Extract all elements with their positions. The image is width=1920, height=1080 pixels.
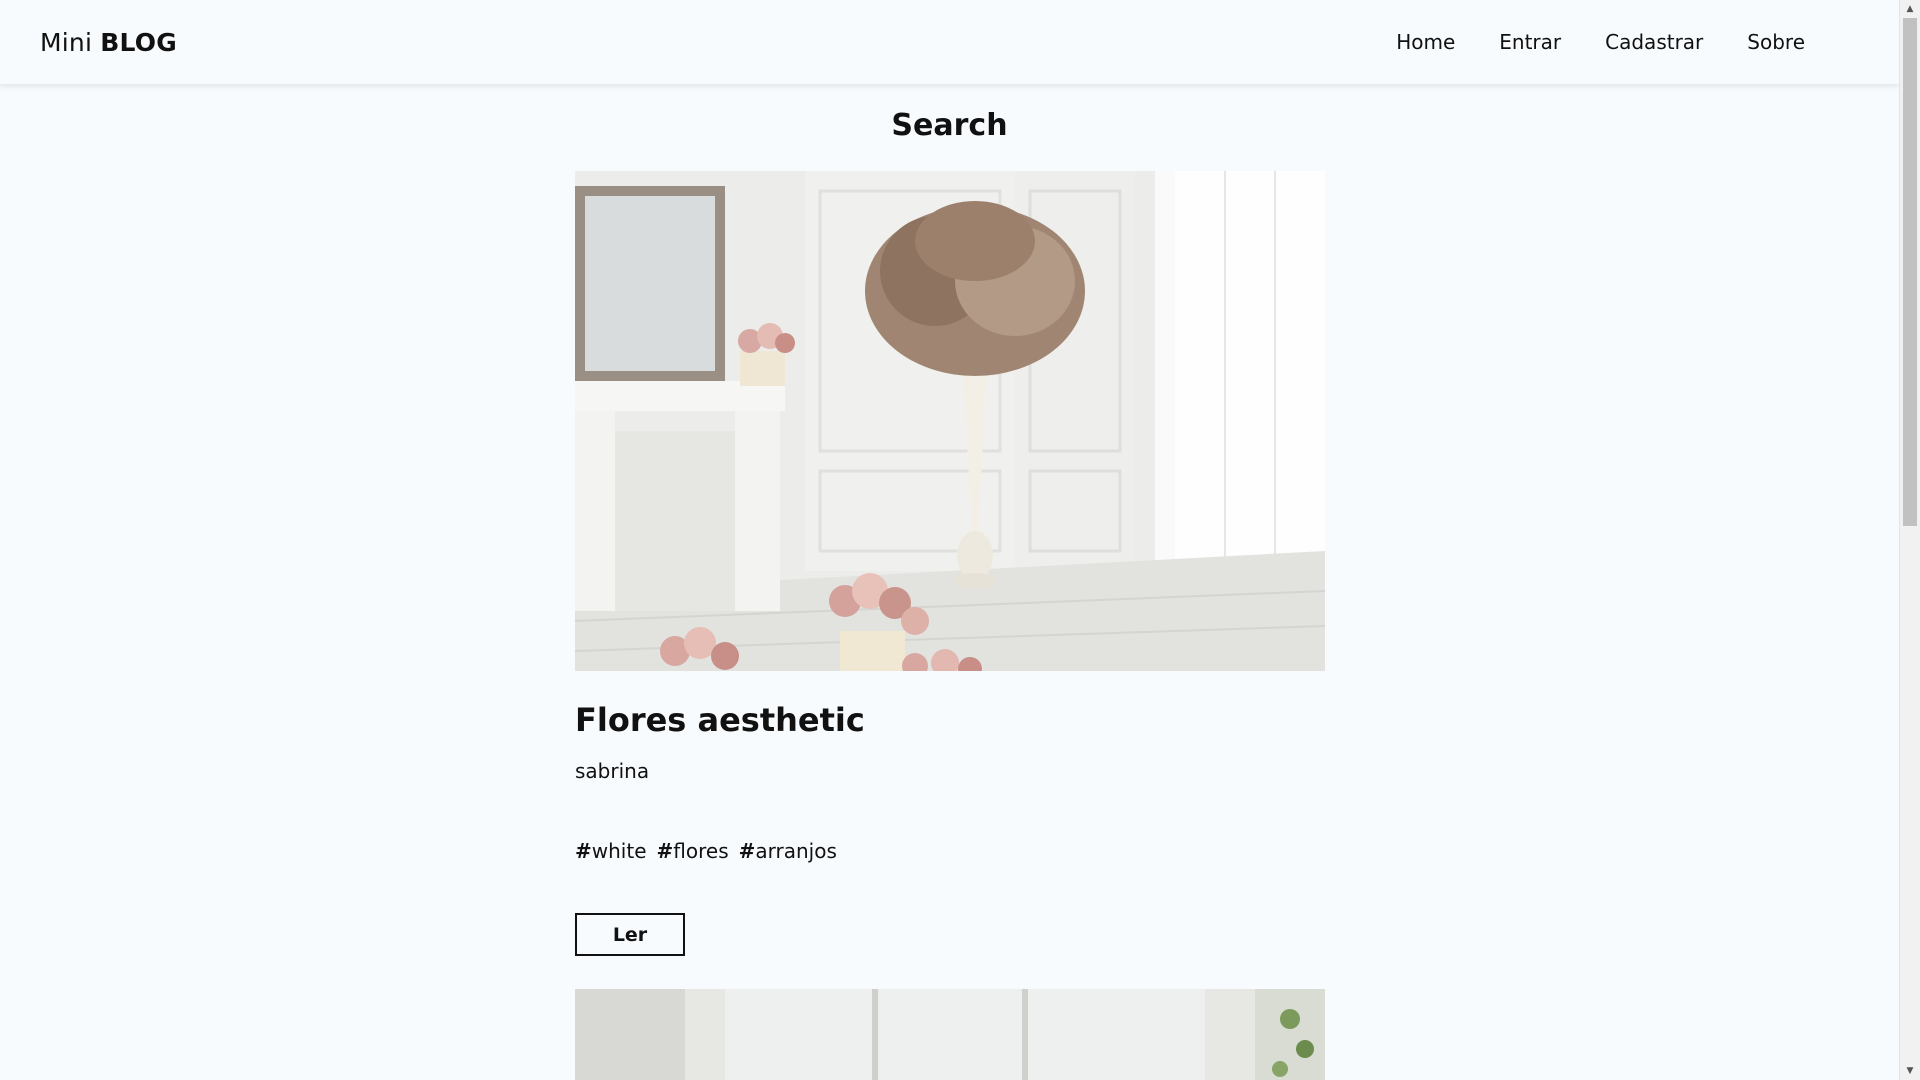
main-content: Search Flores aesthetic sabrina #white #… <box>0 84 1899 1080</box>
nav-link-cadastrar[interactable]: Cadastrar <box>1583 30 1725 54</box>
post-tags: #white #flores #arranjos <box>575 839 1325 863</box>
post-card: Flores aesthetic sabrina #white #flores … <box>575 171 1325 956</box>
tag-item: #flores <box>656 839 729 863</box>
nav-link-home[interactable]: Home <box>1374 30 1477 54</box>
app-window: Mini BLOG Home Entrar Cadastrar Sobre Se… <box>0 0 1920 1080</box>
nav-link-sobre[interactable]: Sobre <box>1725 30 1827 54</box>
nav-link-entrar[interactable]: Entrar <box>1477 30 1583 54</box>
triangle-up-icon[interactable]: ▲ <box>1900 0 1920 18</box>
tag-item: #white <box>575 839 647 863</box>
navbar: Mini BLOG Home Entrar Cadastrar Sobre <box>0 0 1899 84</box>
post-title: Flores aesthetic <box>575 701 865 739</box>
scroll-thumb[interactable] <box>1903 18 1917 526</box>
brand-text-light: Mini <box>40 27 101 57</box>
page-title: Search <box>891 108 1008 143</box>
vertical-scrollbar[interactable]: ▲ ▼ <box>1899 0 1920 1080</box>
brand-logo[interactable]: Mini BLOG <box>40 28 177 57</box>
nav-links: Home Entrar Cadastrar Sobre <box>1374 30 1827 54</box>
post-image <box>575 171 1325 671</box>
tag-item: #arranjos <box>738 839 837 863</box>
brand-text-bold: BLOG <box>100 27 177 57</box>
triangle-down-icon[interactable]: ▼ <box>1900 1062 1920 1080</box>
next-post-image <box>575 989 1325 1080</box>
read-post-button[interactable]: Ler <box>575 913 685 956</box>
post-author: sabrina <box>575 759 650 783</box>
